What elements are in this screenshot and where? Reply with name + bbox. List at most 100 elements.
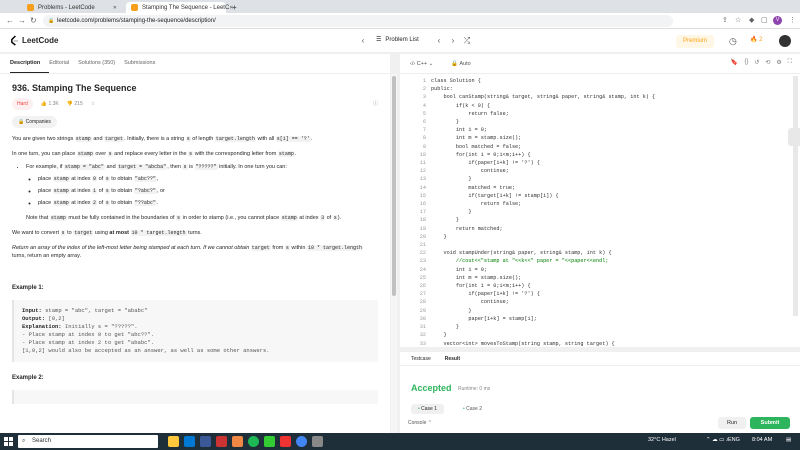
notification-icon[interactable]: ▤ bbox=[786, 437, 791, 443]
code-line[interactable]: } bbox=[431, 323, 655, 331]
tab-testcase[interactable]: Testcase bbox=[411, 356, 431, 362]
braces-icon[interactable]: {} bbox=[744, 59, 748, 66]
browser-tab-problems[interactable]: Problems - LeetCode ✕ bbox=[22, 2, 122, 13]
app-icon[interactable] bbox=[280, 436, 291, 447]
code-line[interactable]: //cout<<"stamp at "<<k<<" paper = "<<pap… bbox=[431, 257, 655, 265]
prev-problem-icon[interactable]: ‹ bbox=[357, 35, 369, 47]
dislike-button[interactable]: 👎 215 bbox=[67, 100, 83, 108]
fullscreen-icon[interactable]: ⛶ bbox=[788, 59, 792, 66]
code-line[interactable]: class Solution { bbox=[431, 77, 655, 85]
history-icon[interactable]: ↺ bbox=[754, 59, 759, 66]
app-icon[interactable] bbox=[200, 436, 211, 447]
code-line[interactable]: } bbox=[431, 307, 655, 315]
prev-arrow-icon[interactable]: ‹ bbox=[433, 35, 445, 47]
language-indicator[interactable]: ENG bbox=[728, 437, 740, 443]
extension-icon[interactable]: ◆ bbox=[749, 16, 754, 24]
user-avatar[interactable] bbox=[779, 35, 791, 47]
streak-counter[interactable]: 🔥 2 bbox=[750, 36, 762, 43]
tab-solutions[interactable]: Solutions (350) bbox=[78, 54, 124, 73]
code-line[interactable]: if(k < 0) { bbox=[431, 102, 655, 110]
premium-button[interactable]: Premium bbox=[676, 35, 714, 48]
info-icon[interactable]: ⓘ bbox=[373, 100, 378, 108]
code-line[interactable]: int m = stamp.size(); bbox=[431, 134, 655, 142]
code-line[interactable]: paper[i+k] = stamp[i]; bbox=[431, 315, 655, 323]
profile-avatar[interactable]: V bbox=[773, 16, 782, 25]
code-line[interactable]: for(int i = 0;i<m;i++) { bbox=[431, 151, 655, 159]
code-line[interactable]: continue; bbox=[431, 167, 655, 175]
settings-icon[interactable]: ⚙ bbox=[776, 59, 781, 66]
tab-result[interactable]: Result bbox=[445, 356, 460, 362]
code-line[interactable]: return matched; bbox=[431, 225, 655, 233]
star-icon[interactable]: ☆ bbox=[91, 100, 95, 108]
file-explorer-icon[interactable] bbox=[168, 436, 179, 447]
clock[interactable]: 8:04 AM bbox=[752, 437, 772, 443]
new-tab-button[interactable]: + bbox=[227, 2, 239, 13]
tab-description[interactable]: Description bbox=[10, 54, 50, 73]
code-line[interactable]: return false; bbox=[431, 200, 655, 208]
code-line[interactable]: bool matched = false; bbox=[431, 143, 655, 151]
weather-widget[interactable]: 32°C Hazel bbox=[648, 437, 676, 443]
language-select[interactable]: ‹/› C++ ⌄ bbox=[410, 61, 433, 67]
console-toggle[interactable]: Console ⌃ bbox=[408, 420, 432, 426]
autocomplete-toggle[interactable]: 🔒 Auto bbox=[451, 61, 470, 67]
code-line[interactable]: } bbox=[431, 233, 655, 241]
tab-editorial[interactable]: Editorial bbox=[49, 54, 78, 73]
shuffle-icon[interactable]: ⤮ bbox=[461, 35, 473, 47]
editor-scrollbar[interactable] bbox=[793, 76, 798, 316]
star-icon[interactable]: ☆ bbox=[735, 16, 741, 24]
case-2-tab[interactable]: • Case 2 bbox=[456, 404, 489, 414]
app-icon[interactable] bbox=[232, 436, 243, 447]
code-line[interactable] bbox=[431, 241, 655, 249]
code-line[interactable]: } bbox=[431, 208, 655, 216]
code-line[interactable]: continue; bbox=[431, 298, 655, 306]
app-icon[interactable] bbox=[264, 436, 275, 447]
code-line[interactable]: } bbox=[431, 175, 655, 183]
windows-start-icon[interactable] bbox=[4, 437, 13, 446]
app-icon[interactable] bbox=[216, 436, 227, 447]
code-line[interactable]: public: bbox=[431, 85, 655, 93]
reset-icon[interactable]: ⟲ bbox=[765, 59, 770, 66]
close-icon[interactable]: ✕ bbox=[113, 5, 117, 11]
scrollbar-thumb[interactable] bbox=[392, 76, 396, 296]
share-icon[interactable]: ⇪ bbox=[722, 16, 728, 24]
sidebar-icon[interactable]: ▢ bbox=[761, 16, 768, 24]
code-line[interactable]: return false; bbox=[431, 110, 655, 118]
back-icon[interactable]: ← bbox=[6, 16, 14, 25]
next-problem-icon[interactable]: › bbox=[447, 35, 459, 47]
code-line[interactable]: bool canStamp(string& target, string& pa… bbox=[431, 93, 655, 101]
url-field[interactable]: 🔒 leetcode.com/problems/stamping-the-seq… bbox=[43, 15, 673, 27]
forward-icon[interactable]: → bbox=[18, 16, 26, 25]
code-line[interactable]: if(target[i+k] != stamp[i]) { bbox=[431, 192, 655, 200]
spotify-icon[interactable] bbox=[248, 436, 259, 447]
code-editor[interactable]: 1 2 3 4 5 6 7 8 9 10 11 12 13 14 15 16 17 18 19 20 21 22 23 24 2… bbox=[400, 74, 792, 347]
code-line[interactable]: int i = 0; bbox=[431, 266, 655, 274]
code-line[interactable]: } bbox=[431, 331, 655, 339]
code-line[interactable]: } bbox=[431, 118, 655, 126]
case-1-tab[interactable]: • Case 1 bbox=[411, 404, 444, 414]
companies-button[interactable]: 🔒 Companies bbox=[12, 116, 57, 128]
code-line[interactable]: if(paper[i+k] != '?') { bbox=[431, 159, 655, 167]
side-panel-toggle[interactable] bbox=[788, 128, 800, 146]
app-icon[interactable] bbox=[312, 436, 323, 447]
code-line[interactable]: if(paper[i+k] != '?') { bbox=[431, 290, 655, 298]
taskbar-search[interactable]: ⌕ Search bbox=[18, 435, 158, 448]
like-button[interactable]: 👍 1.3K bbox=[41, 100, 59, 108]
code-line[interactable]: vector<int> movesToStamp(string stamp, s… bbox=[431, 340, 655, 348]
code-line[interactable]: int i = 0; bbox=[431, 126, 655, 134]
code-line[interactable]: } bbox=[431, 216, 655, 224]
timer-icon[interactable]: ◷ bbox=[729, 36, 737, 47]
tab-submissions[interactable]: Submissions bbox=[124, 54, 164, 73]
code-line[interactable]: void stampUnder(string& paper, string& s… bbox=[431, 249, 655, 257]
description-scrollbar[interactable] bbox=[391, 74, 397, 433]
leetcode-logo[interactable]: LeetCode bbox=[10, 35, 58, 46]
code-line[interactable]: matched = true; bbox=[431, 184, 655, 192]
problem-list-button[interactable]: ☰ Problem List bbox=[376, 36, 419, 44]
tray-icons[interactable]: ⌃ ☁ ▭ ♪ bbox=[706, 437, 729, 443]
menu-icon[interactable]: ⋮ bbox=[789, 16, 796, 24]
run-button[interactable]: Run bbox=[718, 417, 746, 429]
edge-icon[interactable] bbox=[184, 436, 195, 447]
reload-icon[interactable]: ↻ bbox=[30, 16, 37, 25]
chrome-icon[interactable] bbox=[296, 436, 307, 447]
bookmark-icon[interactable]: 🔖 bbox=[731, 59, 738, 66]
code-lines[interactable]: class Solution {public: bool canStamp(st… bbox=[431, 77, 655, 347]
